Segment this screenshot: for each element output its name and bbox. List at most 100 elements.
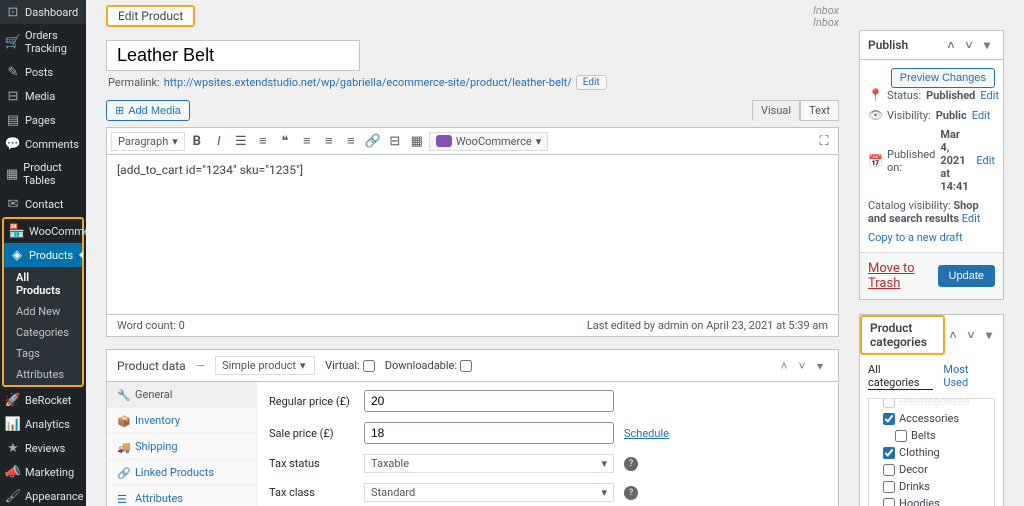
sidebar-item-berocket[interactable]: 🚀BeRocket <box>0 388 86 412</box>
sidebar-item-reviews[interactable]: ★Reviews <box>0 436 86 460</box>
copy-draft-link[interactable]: Copy to a new draft <box>868 231 963 244</box>
last-edited: Last edited by admin on April 23, 2021 a… <box>587 319 828 332</box>
category-item[interactable]: Decor <box>873 461 990 478</box>
category-item[interactable]: Uncategorized <box>873 398 990 410</box>
catalog-edit-link[interactable]: Edit <box>962 212 981 225</box>
add-media-button[interactable]: ⊞ Add Media <box>106 100 190 121</box>
italic-icon[interactable]: I <box>209 131 229 151</box>
sidebar-item-orders-tracking[interactable]: 🛒Orders Tracking <box>0 24 86 60</box>
editor-content[interactable]: [add_to_cart id="1234" sku="1235"] <box>106 155 839 315</box>
categories-list[interactable]: UncategorizedAccessoriesBeltsClothingDec… <box>868 398 995 506</box>
sidebar-item-dashboard[interactable]: ⊡Dashboard <box>0 0 86 24</box>
product-title-input[interactable] <box>106 40 360 71</box>
text-tab[interactable]: Text <box>800 100 839 121</box>
category-item[interactable]: Belts <box>873 427 990 444</box>
help-icon[interactable]: ? <box>624 457 638 471</box>
more-icon[interactable]: ⊟ <box>385 131 405 151</box>
media-icon: ⊞ <box>115 104 124 117</box>
tax-status-select[interactable]: Taxable▾ <box>364 454 614 473</box>
sidebar-item-product-tables[interactable]: ▦Product Tables <box>0 156 86 192</box>
menu-icon: 📊 <box>6 417 20 431</box>
sidebar-subitem-tags[interactable]: Tags <box>4 343 82 364</box>
sidebar-subitem-attributes[interactable]: Attributes <box>4 364 82 385</box>
align-right-icon[interactable]: ≡ <box>341 131 361 151</box>
menu-icon: 💬 <box>6 137 20 151</box>
date-edit-link[interactable]: Edit <box>976 154 995 167</box>
menu-icon: ⊟ <box>6 89 20 103</box>
align-center-icon[interactable]: ≡ <box>319 131 339 151</box>
ol-icon[interactable]: ≡ <box>253 131 273 151</box>
permalink-edit-button[interactable]: Edit <box>576 75 607 90</box>
status-edit-link[interactable]: Edit <box>980 89 999 102</box>
sidebar-item-products[interactable]: ◈Products <box>4 243 82 267</box>
permalink-link[interactable]: http://wpsites.extendstudio.net/wp/gabri… <box>164 76 572 89</box>
move-to-trash-link[interactable]: Move to Trash <box>868 261 938 291</box>
pdata-tab-inventory[interactable]: 📦Inventory <box>107 408 256 434</box>
downloadable-checkbox[interactable] <box>460 360 472 372</box>
align-left-icon[interactable]: ≡ <box>297 131 317 151</box>
panel-down-icon[interactable]: ˅ <box>794 358 810 374</box>
sidebar-subitem-add-new[interactable]: Add New <box>4 301 82 322</box>
sidebar-item-appearance[interactable]: 🖌Appearance <box>0 484 86 506</box>
pdata-tab-linked-products[interactable]: 🔗Linked Products <box>107 460 256 486</box>
update-button[interactable]: Update <box>938 265 995 287</box>
pdata-tab-attributes[interactable]: ☰Attributes <box>107 486 256 506</box>
chevron-down-icon: ▾ <box>536 135 542 148</box>
toggle-icon[interactable]: ▦ <box>407 131 427 151</box>
sidebar-item-posts[interactable]: ✎Posts <box>0 60 86 84</box>
sidebar-item-contact[interactable]: ✉Contact <box>0 192 86 216</box>
category-checkbox[interactable] <box>883 398 895 408</box>
panel-up-icon[interactable]: ˄ <box>943 37 959 53</box>
category-checkbox[interactable] <box>883 413 895 425</box>
category-checkbox[interactable] <box>883 447 895 459</box>
category-item[interactable]: Accessories <box>873 410 990 427</box>
category-item[interactable]: Hoodies <box>873 495 990 506</box>
pdata-tab-general[interactable]: 🔧General <box>107 382 256 408</box>
visibility-edit-link[interactable]: Edit <box>972 109 991 122</box>
quote-icon[interactable]: ❝ <box>275 131 295 151</box>
help-icon[interactable]: ? <box>624 486 638 500</box>
chevron-down-icon: ▾ <box>300 359 306 372</box>
sidebar-subitem-categories[interactable]: Categories <box>4 322 82 343</box>
visual-tab[interactable]: Visual <box>752 100 800 121</box>
category-checkbox[interactable] <box>883 481 895 493</box>
panel-up-icon[interactable]: ˄ <box>776 358 792 374</box>
sidebar-item-comments[interactable]: 💬Comments <box>0 132 86 156</box>
category-checkbox[interactable] <box>883 498 895 506</box>
panel-toggle-icon[interactable]: ▾ <box>812 358 828 374</box>
category-checkbox[interactable] <box>883 464 895 476</box>
all-categories-tab[interactable]: All categories <box>868 363 933 390</box>
ul-icon[interactable]: ☰ <box>231 131 251 151</box>
regular-price-input[interactable] <box>364 390 614 412</box>
panel-up-icon[interactable]: ˄ <box>945 327 961 343</box>
schedule-link[interactable]: Schedule <box>624 427 669 440</box>
panel-toggle-icon[interactable]: ▾ <box>979 37 995 53</box>
category-item[interactable]: Drinks <box>873 478 990 495</box>
virtual-checkbox[interactable] <box>363 360 375 372</box>
most-used-tab[interactable]: Most Used <box>943 363 995 390</box>
panel-down-icon[interactable]: ˅ <box>961 37 977 53</box>
sidebar-subitem-all-products[interactable]: All Products <box>4 267 82 301</box>
inbox-indicator[interactable]: Inbox Inbox <box>813 5 839 29</box>
sidebar-item-woocommerce[interactable]: 🏪WooCommerce <box>4 219 82 243</box>
calendar-icon: 📅 <box>868 154 882 168</box>
bold-icon[interactable]: B <box>187 131 207 151</box>
sidebar-item-media[interactable]: ⊟Media <box>0 84 86 108</box>
sidebar-item-marketing[interactable]: 📣Marketing <box>0 460 86 484</box>
link-icon[interactable]: 🔗 <box>363 131 383 151</box>
format-select[interactable]: Paragraph ▾ <box>111 132 185 151</box>
woocommerce-shortcode-button[interactable]: WooCommerce ▾ <box>429 132 548 151</box>
fullscreen-icon[interactable]: ⛶ <box>814 131 834 151</box>
sidebar-item-pages[interactable]: ▤Pages <box>0 108 86 132</box>
tax-class-select[interactable]: Standard▾ <box>364 483 614 502</box>
panel-down-icon[interactable]: ˅ <box>963 327 979 343</box>
category-item[interactable]: Clothing <box>873 444 990 461</box>
preview-changes-button[interactable]: Preview Changes <box>891 68 995 88</box>
panel-toggle-icon[interactable]: ▾ <box>981 327 997 343</box>
category-checkbox[interactable] <box>895 430 907 442</box>
sale-price-input[interactable] <box>364 422 614 444</box>
sidebar-item-analytics[interactable]: 📊Analytics <box>0 412 86 436</box>
product-type-select[interactable]: Simple product ▾ <box>215 356 315 375</box>
tab-icon: 🔗 <box>117 467 129 479</box>
pdata-tab-shipping[interactable]: 🚚Shipping <box>107 434 256 460</box>
